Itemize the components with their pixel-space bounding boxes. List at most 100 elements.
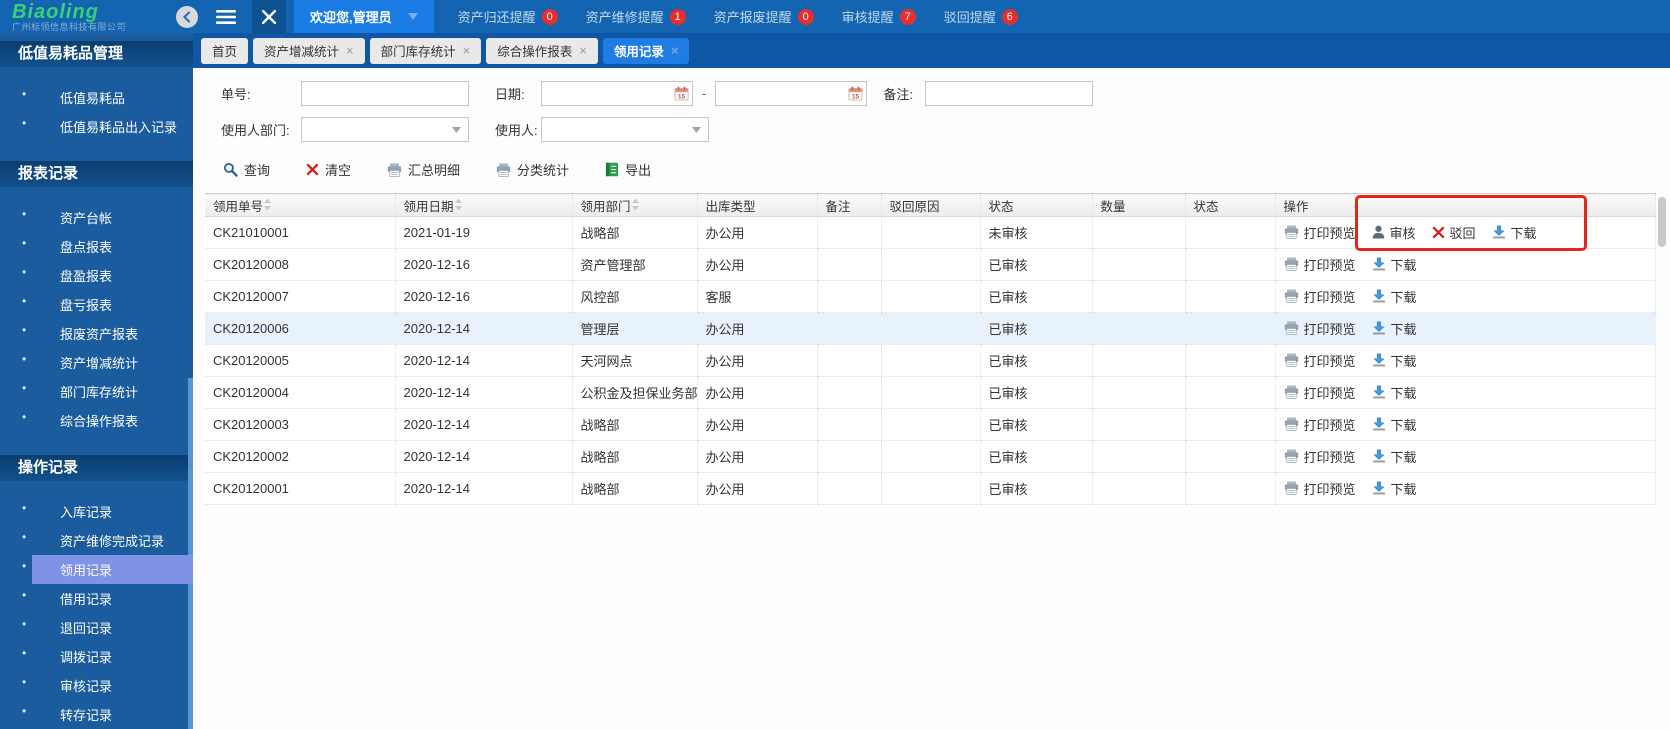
welcome-user-label: 欢迎您,管理员 [310, 10, 392, 25]
sidebar-item-1-6[interactable]: • 部门库存统计 [22, 377, 193, 406]
column-header-1[interactable]: 领用日期 [395, 193, 573, 217]
download-icon [1372, 353, 1386, 367]
print-preview-button[interactable]: 打印预览 [1284, 223, 1356, 242]
tab-dept-inventory-stats[interactable]: 部门库存统计 × [369, 37, 482, 64]
reject-button[interactable]: 驳回 [1432, 223, 1476, 242]
tab-requisition-records[interactable]: 领用记录 × [602, 37, 690, 64]
column-header-4[interactable]: 备注 [817, 193, 882, 217]
sidebar-item-2-3[interactable]: • 借用记录 [22, 584, 193, 613]
table-row[interactable]: CK20120003 2020-12-14 战略部 办公用 已审核 打印预览 下载 [205, 408, 1656, 441]
remark-input[interactable] [925, 80, 1094, 106]
close-button[interactable] [252, 0, 286, 33]
date-from-input[interactable] [542, 82, 668, 104]
order-no-input[interactable] [301, 80, 469, 106]
sidebar-item-2-2[interactable]: • 领用记录 [22, 555, 193, 584]
sidebar-collapse-button[interactable] [176, 5, 198, 28]
user-select[interactable] [541, 116, 709, 142]
sidebar-item-2-7[interactable]: • 转存记录 [22, 700, 193, 729]
column-header-7[interactable]: 数量 [1092, 193, 1186, 217]
table-row[interactable]: CK20120008 2020-12-16 资产管理部 办公用 已审核 打印预览 下载 [205, 248, 1656, 281]
column-header-2[interactable]: 领用部门 [572, 193, 698, 217]
sidebar-section-title[interactable]: 操作记录 [0, 455, 193, 481]
sidebar-item-2-1[interactable]: • 资产维修完成记录 [22, 526, 193, 555]
tab-close-icon[interactable]: × [463, 44, 471, 57]
sidebar-item-0-0[interactable]: • 低值易耗品 [22, 83, 193, 112]
table-row[interactable]: CK20120002 2020-12-14 战略部 办公用 已审核 打印预览 下载 [205, 440, 1656, 473]
tab-asset-change-stats[interactable]: 资产增减统计 × [253, 37, 365, 64]
table-row[interactable]: CK20120006 2020-12-14 管理层 办公用 已审核 打印预览 下载 [205, 312, 1656, 345]
clear-button[interactable]: 清空 [306, 160, 351, 179]
download-button[interactable]: 下载 [1372, 447, 1417, 466]
date-to-input[interactable] [716, 82, 843, 104]
sidebar-item-1-5[interactable]: • 资产增减统计 [22, 348, 193, 377]
print-preview-button[interactable]: 打印预览 [1284, 447, 1356, 466]
table-row[interactable]: CK20120005 2020-12-14 天河网点 办公用 已审核 打印预览 下载 [205, 344, 1656, 377]
download-button[interactable]: 下载 [1372, 383, 1417, 402]
sidebar-item-2-4[interactable]: • 退回记录 [22, 613, 193, 642]
table-scrollbar[interactable] [1658, 197, 1666, 247]
download-button[interactable]: 下载 [1372, 415, 1417, 434]
column-header-8[interactable]: 状态 [1185, 193, 1276, 217]
download-button[interactable]: 下载 [1372, 479, 1417, 498]
table-row[interactable]: CK21010001 2021-01-19 战略部 办公用 未审核 打印预览 审核 驳回 下载 [205, 216, 1656, 249]
sidebar-section-title[interactable]: 报表记录 [0, 161, 193, 187]
sidebar-item-label: 盘点报表 [60, 240, 113, 255]
download-button[interactable]: 下载 [1372, 287, 1417, 306]
menu-toggle-button[interactable] [216, 9, 236, 25]
notification-asset-scrap[interactable]: 资产报废提醒 0 [714, 7, 814, 26]
column-header-9[interactable]: 操作 [1275, 193, 1656, 217]
sidebar-item-0-1[interactable]: • 低值易耗品出入记录 [22, 112, 193, 141]
column-header-6[interactable]: 状态 [980, 193, 1093, 217]
export-button[interactable]: 导出 [605, 160, 651, 179]
bullet-icon: • [22, 236, 27, 250]
svg-text:15: 15 [852, 93, 860, 100]
tab-close-icon[interactable]: × [671, 44, 679, 57]
bullet-icon: • [22, 207, 27, 221]
sidebar-item-2-6[interactable]: • 审核记录 [22, 671, 193, 700]
welcome-user-button[interactable]: 欢迎您,管理员 [294, 0, 434, 33]
cell-dept: 战略部 [572, 216, 698, 249]
user-dept-select[interactable] [301, 116, 469, 142]
notification-asset-repair[interactable]: 资产维修提醒 1 [586, 7, 686, 26]
table-row[interactable]: CK20120004 2020-12-14 公积金及担保业务部 办公用 已审核 打印预览 下… [205, 376, 1656, 409]
table-row[interactable]: CK20120007 2020-12-16 风控部 客服 已审核 打印预览 下载 [205, 280, 1656, 313]
category-stats-button[interactable]: 分类统计 [496, 160, 569, 179]
download-button[interactable]: 下载 [1372, 255, 1417, 274]
sidebar-item-1-1[interactable]: • 盘点报表 [22, 232, 193, 261]
notification-asset-return[interactable]: 资产归还提醒 0 [458, 7, 558, 26]
summary-detail-button[interactable]: 汇总明细 [387, 160, 460, 179]
column-header-label: 领用单号 [213, 199, 264, 214]
tab-comprehensive-report[interactable]: 综合操作报表 × [486, 37, 598, 64]
calendar-icon[interactable]: 15 [674, 86, 689, 101]
download-button[interactable]: 下载 [1372, 351, 1417, 370]
tab-home[interactable]: 首页 [201, 37, 249, 64]
download-button[interactable]: 下载 [1492, 223, 1537, 242]
notification-audit-reminder[interactable]: 审核提醒 7 [842, 7, 916, 26]
audit-button[interactable]: 审核 [1372, 223, 1416, 242]
sidebar-item-1-4[interactable]: • 报废资产报表 [22, 319, 193, 348]
sidebar-item-1-7[interactable]: • 综合操作报表 [22, 406, 193, 435]
print-preview-button[interactable]: 打印预览 [1284, 415, 1356, 434]
table-row[interactable]: CK20120001 2020-12-14 战略部 办公用 已审核 打印预览 下载 [205, 472, 1656, 505]
tab-close-icon[interactable]: × [579, 44, 587, 57]
calendar-icon[interactable]: 15 [848, 86, 863, 101]
column-header-3[interactable]: 出库类型 [697, 193, 818, 217]
download-button[interactable]: 下载 [1372, 319, 1417, 338]
print-preview-button[interactable]: 打印预览 [1284, 351, 1356, 370]
print-preview-button[interactable]: 打印预览 [1284, 255, 1356, 274]
print-preview-button[interactable]: 打印预览 [1284, 287, 1356, 306]
sidebar-item-2-0[interactable]: • 入库记录 [22, 497, 193, 526]
notification-reject-reminder[interactable]: 驳回提醒 6 [944, 7, 1018, 26]
query-button[interactable]: 查询 [223, 160, 270, 179]
sidebar-item-2-5[interactable]: • 调拨记录 [22, 642, 193, 671]
print-preview-button[interactable]: 打印预览 [1284, 479, 1356, 498]
print-preview-button[interactable]: 打印预览 [1284, 319, 1356, 338]
column-header-0[interactable]: 领用单号 [205, 193, 396, 217]
print-preview-button[interactable]: 打印预览 [1284, 383, 1356, 402]
sidebar-section-title[interactable]: 低值易耗品管理 [0, 41, 193, 67]
sidebar-item-1-3[interactable]: • 盘亏报表 [22, 290, 193, 319]
sidebar-item-1-0[interactable]: • 资产台帐 [22, 203, 193, 232]
column-header-5[interactable]: 驳回原因 [881, 193, 981, 217]
tab-close-icon[interactable]: × [346, 44, 354, 57]
sidebar-item-1-2[interactable]: • 盘盈报表 [22, 261, 193, 290]
